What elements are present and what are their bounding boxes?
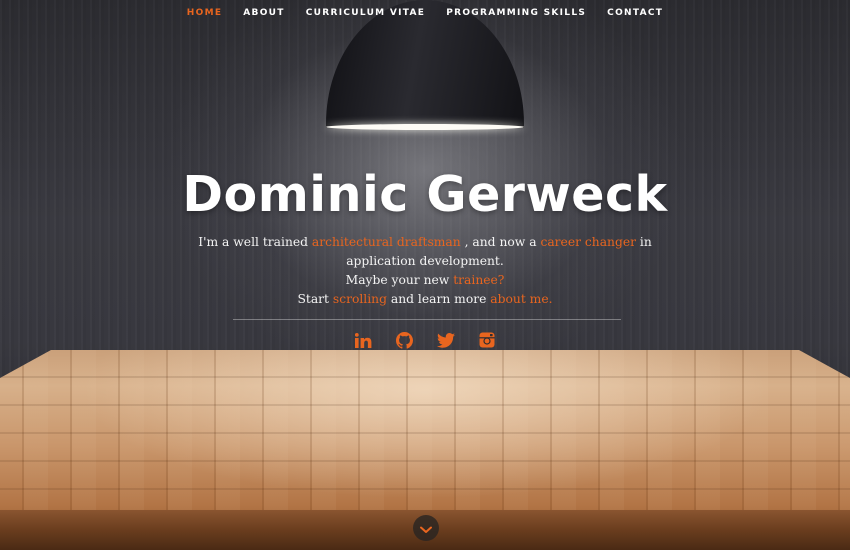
divider <box>233 319 621 320</box>
intro-line-4: Start scrolling and learn more about me. <box>195 290 655 309</box>
intro-text-segment: Maybe your new <box>345 273 454 287</box>
scroll-down-button[interactable] <box>413 515 439 541</box>
scrolling-link[interactable]: scrolling <box>333 292 387 306</box>
nav-contact[interactable]: CONTACT <box>607 6 663 20</box>
intro-text-segment: I'm a well trained <box>198 235 312 249</box>
main-nav: HOME ABOUT CURRICULUM VITAE PROGRAMMING … <box>0 6 850 20</box>
nav-about[interactable]: ABOUT <box>243 6 284 20</box>
nav-programming-skills[interactable]: PROGRAMMING SKILLS <box>446 6 586 20</box>
intro-text-segment: Start <box>297 292 333 306</box>
linkedin-icon[interactable] <box>355 331 373 349</box>
nav-home[interactable]: HOME <box>187 6 223 20</box>
chevron-down-icon <box>420 519 432 538</box>
page-title: Dominic Gerweck <box>182 166 668 223</box>
intro-line-2: application development. <box>346 254 504 268</box>
trainee-link[interactable]: trainee? <box>453 273 504 287</box>
intro-text-segment: and learn more <box>386 292 491 306</box>
intro-text: I'm a well trained architectural draftsm… <box>195 233 655 309</box>
social-links <box>0 331 850 349</box>
about-me-link[interactable]: about me. <box>490 292 552 306</box>
lamp-light-rim <box>326 124 524 130</box>
intro-text-segment: , and now a <box>460 235 541 249</box>
intro-line-3: Maybe your new trainee? <box>195 271 655 290</box>
github-icon[interactable] <box>396 331 414 349</box>
intro-line-1: I'm a well trained architectural draftsm… <box>195 233 655 252</box>
career-changer-link[interactable]: career changer <box>540 235 636 249</box>
instagram-icon[interactable] <box>478 331 496 349</box>
architectural-draftsman-link[interactable]: architectural draftsman <box>312 235 461 249</box>
twitter-icon[interactable] <box>436 331 455 349</box>
intro-text-segment: in <box>635 235 652 249</box>
nav-curriculum-vitae[interactable]: CURRICULUM VITAE <box>306 6 426 20</box>
